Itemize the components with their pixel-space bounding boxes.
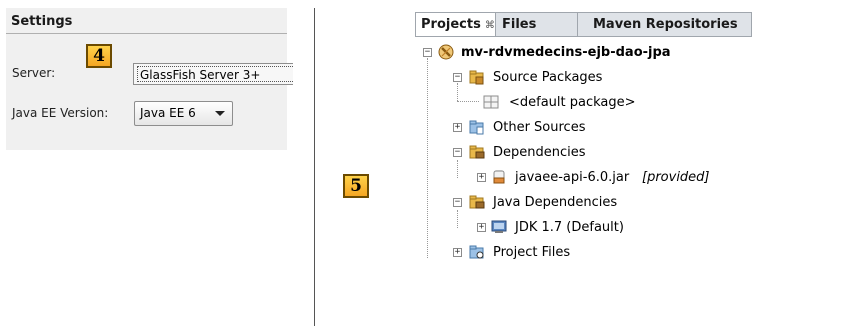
project-files-label: Project Files [493, 245, 571, 260]
tab-separator [577, 13, 578, 36]
other-sources-folder-icon [469, 120, 484, 135]
tree-node-java-dependencies[interactable]: − Java Dependencies [415, 193, 755, 213]
projects-tab-bar: Projects ⌘ Files Maven Repositories [415, 12, 752, 37]
java-dependencies-label: Java Dependencies [493, 195, 618, 210]
expand-toggle[interactable]: + [453, 123, 462, 132]
tree-node-source-packages[interactable]: − Source Packages [415, 68, 755, 88]
server-select[interactable]: GlassFish Server 3+ [133, 63, 293, 85]
close-icon[interactable]: ⌘ [485, 20, 495, 31]
project-name: mv-rdvmedecins-ejb-dao-jpa [461, 45, 671, 60]
tree-node-root[interactable]: − mv-rdvmedecins-ejb-dao-jpa [415, 43, 755, 63]
expand-toggle[interactable]: + [477, 223, 486, 232]
maven-project-icon [438, 44, 454, 60]
expand-toggle[interactable]: + [453, 248, 462, 257]
tree-node-project-files[interactable]: + Project Files [415, 243, 755, 263]
dependencies-folder-icon [469, 145, 485, 159]
collapse-toggle[interactable]: − [453, 198, 462, 207]
dependencies-label: Dependencies [493, 145, 586, 160]
tab-projects[interactable]: Projects ⌘ [416, 13, 496, 36]
step-badge-5: 5 [343, 174, 369, 198]
settings-panel: Settings Server: GlassFish Server 3+ Jav… [6, 8, 293, 150]
chevron-down-icon [215, 111, 225, 116]
project-tree: − mv-rdvmedecins-ejb-dao-jpa − Source Pa… [415, 40, 760, 280]
project-files-folder-icon [469, 245, 484, 259]
javaee-jar-label: javaee-api-6.0.jar [515, 170, 630, 185]
vertical-divider [314, 8, 315, 326]
expand-toggle[interactable]: + [477, 173, 486, 182]
default-package-label: <default package> [509, 95, 636, 110]
collapse-toggle[interactable]: − [423, 48, 432, 57]
javaee-version-value: Java EE 6 [140, 106, 196, 120]
tree-node-other-sources[interactable]: + Other Sources [415, 118, 755, 138]
tab-projects-label: Projects [421, 17, 481, 32]
collapse-toggle[interactable]: − [453, 148, 462, 157]
source-packages-label: Source Packages [493, 70, 603, 85]
tab-files[interactable]: Files [502, 13, 536, 36]
step-badge-4: 4 [86, 44, 112, 68]
tree-node-jdk[interactable]: + JDK 1.7 (Default) [415, 218, 755, 238]
server-label: Server: [12, 66, 56, 80]
tab-maven-repositories-label: Maven Repositories [593, 17, 738, 32]
tree-node-javaee-jar[interactable]: + javaee-api-6.0.jar [provided] [415, 168, 755, 188]
jdk-label: JDK 1.7 (Default) [515, 220, 624, 235]
jdk-platform-icon [491, 220, 507, 233]
javaee-version-label: Java EE Version: [12, 106, 109, 120]
source-folder-icon [469, 70, 484, 85]
tree-node-default-package[interactable]: <default package> [415, 93, 755, 113]
settings-title: Settings [11, 14, 73, 29]
package-icon [483, 95, 499, 109]
collapse-toggle[interactable]: − [453, 73, 462, 82]
tab-maven-repositories[interactable]: Maven Repositories [593, 13, 738, 36]
dependency-scope: [provided] [642, 170, 710, 185]
settings-divider [6, 33, 287, 34]
tree-node-dependencies[interactable]: − Dependencies [415, 143, 755, 163]
java-dependencies-folder-icon [469, 195, 485, 209]
server-value: GlassFish Server 3+ [137, 66, 293, 82]
jar-icon [493, 170, 505, 184]
javaee-version-dropdown[interactable]: Java EE 6 [134, 101, 233, 126]
tab-files-label: Files [502, 17, 537, 32]
other-sources-label: Other Sources [493, 120, 586, 135]
